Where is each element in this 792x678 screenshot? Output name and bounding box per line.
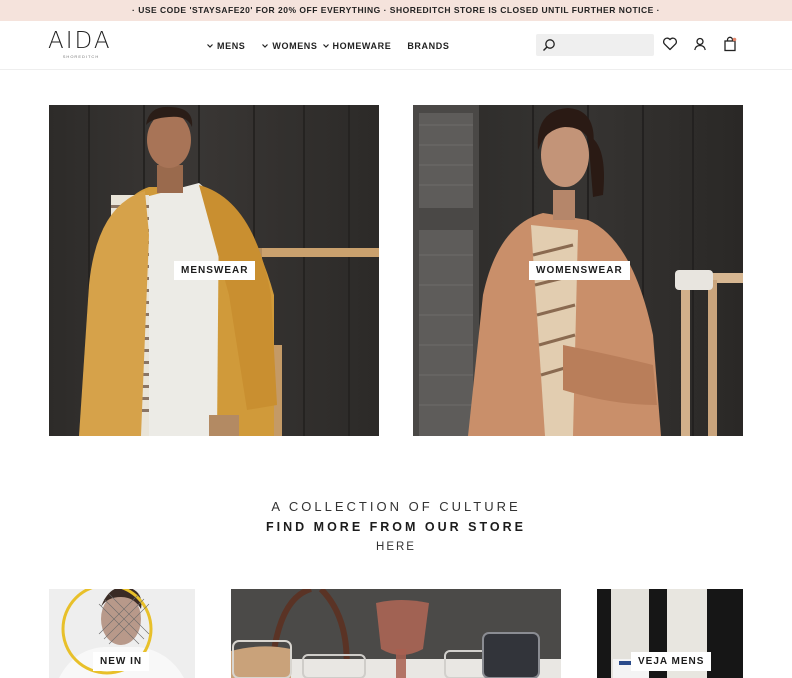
nav-item-womens[interactable]: WOMENS (261, 41, 317, 51)
announcement-bar: · USE CODE 'STAYSAFE20' FOR 20% OFF EVER… (0, 0, 792, 21)
tagline-line-3[interactable]: HERE (0, 537, 792, 558)
nav-item-homeware[interactable]: HOMEWARE (322, 41, 392, 51)
nav-label-womens: WOMENS (272, 40, 318, 51)
nav-label-homeware: HOMEWARE (332, 40, 392, 51)
search-input[interactable] (560, 34, 650, 56)
menswear-card[interactable]: MENSWEAR (49, 105, 379, 436)
site-header: AIDA SHOREDITCH MENS WOMENS HOMEWARE BRA… (0, 21, 792, 70)
chevron-down-icon (207, 43, 213, 48)
chevron-down-icon (262, 43, 269, 48)
nav-label-mens: MENS (217, 40, 246, 51)
veja-mens-tile[interactable]: VEJA MENS (597, 589, 743, 678)
logo[interactable]: AIDA SHOREDITCH (48, 28, 118, 62)
homeware-photo (231, 589, 561, 678)
nav-item-mens[interactable]: MENS (206, 41, 245, 51)
tagline-line-1: A COLLECTION OF CULTURE (271, 499, 521, 514)
new-in-label: NEW IN (93, 652, 150, 671)
logo-subtitle: SHOREDITCH (62, 54, 100, 59)
womenswear-card[interactable]: WOMENSWEAR (413, 105, 743, 436)
menswear-label: MENSWEAR (174, 261, 256, 280)
logo-text: AIDA (48, 28, 112, 54)
homeware-tile[interactable] (231, 589, 561, 678)
search-icon[interactable] (542, 38, 556, 52)
veja-mens-label: VEJA MENS (631, 652, 712, 671)
header-icons (662, 36, 738, 52)
nav-label-brands: BRANDS (407, 40, 450, 51)
search-box (536, 34, 654, 56)
main-nav: MENS WOMENS HOMEWARE BRANDS (206, 21, 449, 70)
tagline-line-2[interactable]: FIND MORE FROM OUR STORE (0, 517, 792, 537)
womenswear-label: WOMENSWEAR (529, 261, 630, 280)
new-in-tile[interactable]: NEW IN (49, 589, 195, 678)
tagline: A COLLECTION OF CULTURE FIND MORE FROM O… (0, 497, 792, 558)
chevron-down-icon (322, 43, 329, 48)
bag-icon[interactable] (722, 36, 738, 52)
nav-item-brands[interactable]: BRANDS (407, 41, 449, 51)
account-icon[interactable] (692, 36, 708, 52)
heart-icon[interactable] (662, 36, 678, 52)
